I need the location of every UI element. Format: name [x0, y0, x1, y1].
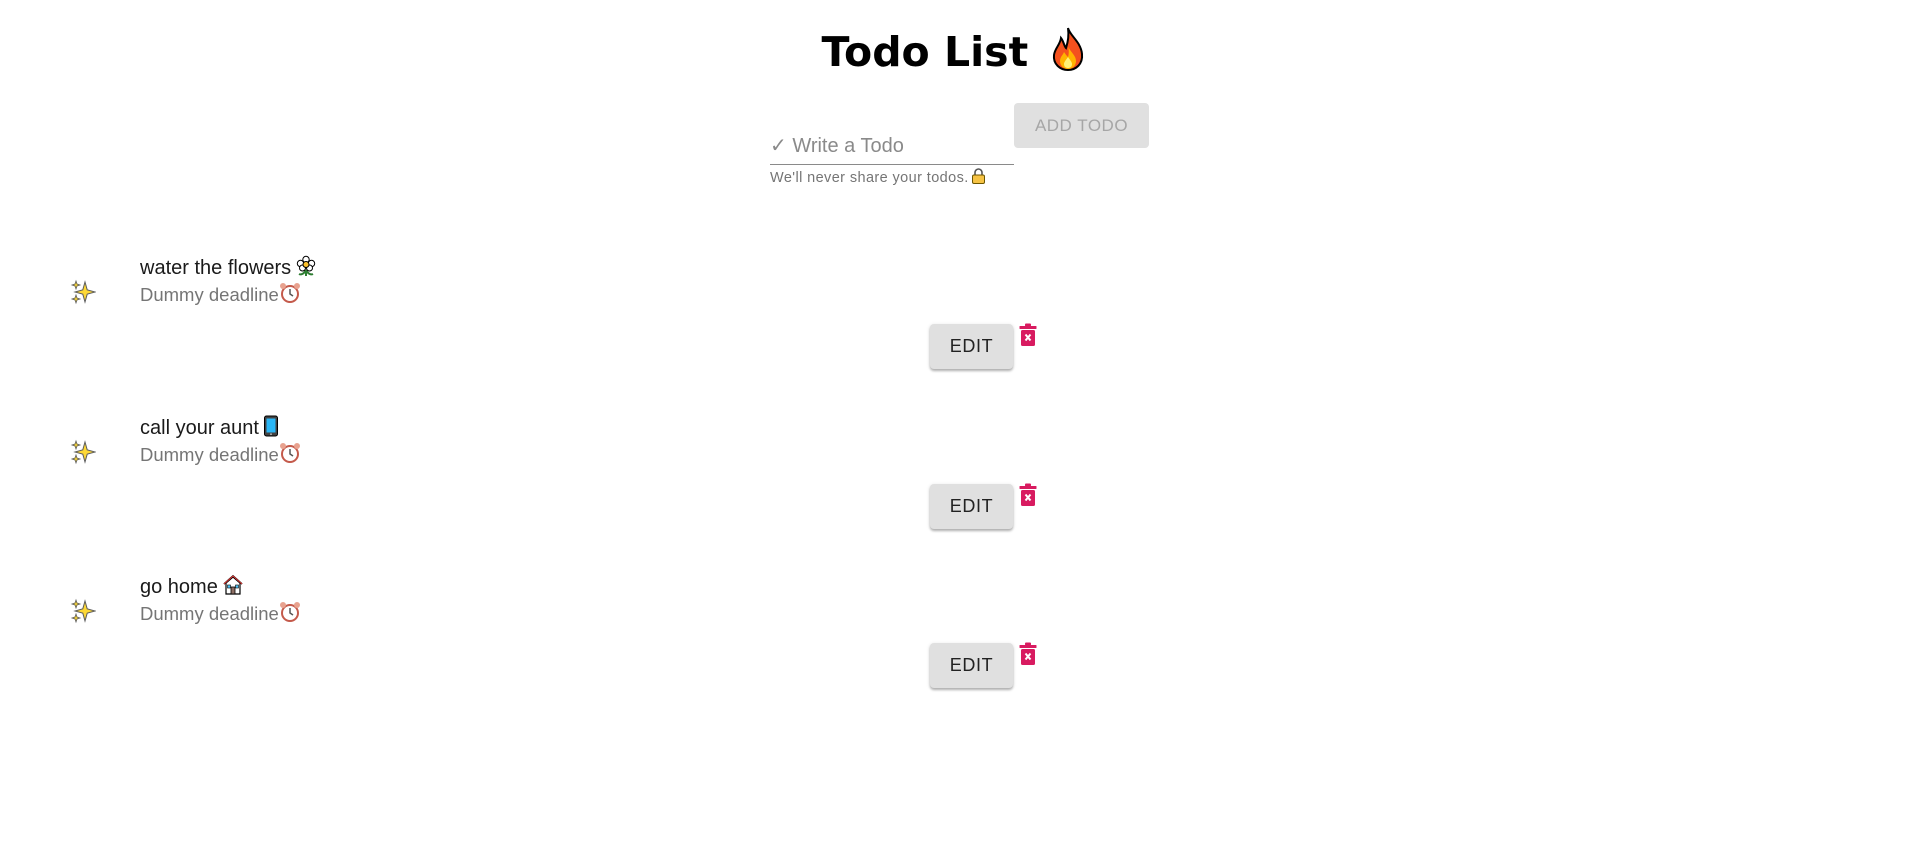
- fire-icon: [1048, 26, 1088, 88]
- helper-text-label: We'll never share your todos.: [770, 170, 969, 186]
- todo-input-wrapper: [770, 128, 1014, 165]
- todo-text: call your aunt: [140, 415, 279, 443]
- todo-text: go home: [140, 574, 244, 602]
- todo-text-label: go home: [140, 576, 218, 598]
- mobile-phone-icon: [263, 415, 279, 443]
- add-todo-form: We'll never share your todos. ADD TODO: [770, 103, 1150, 193]
- edit-button[interactable]: EDIT: [930, 324, 1013, 369]
- trash-icon[interactable]: [1018, 642, 1038, 666]
- sparkles-icon: [70, 439, 97, 465]
- lock-icon: [971, 168, 986, 188]
- todo-item: go home Dummy deadline EDIT: [0, 554, 1910, 704]
- trash-icon[interactable]: [1018, 323, 1038, 347]
- house-icon: [222, 574, 244, 602]
- todo-deadline-label: Dummy deadline: [140, 444, 279, 465]
- helper-text: We'll never share your todos.: [770, 168, 986, 188]
- page-title: Todo List: [0, 22, 1910, 88]
- todo-deadline: Dummy deadline: [140, 442, 301, 469]
- edit-button[interactable]: EDIT: [930, 643, 1013, 688]
- todo-input[interactable]: [770, 128, 1014, 164]
- flower-icon: [295, 255, 317, 283]
- todo-text: water the flowers: [140, 255, 317, 283]
- todo-text-label: call your aunt: [140, 417, 259, 439]
- alarm-clock-icon: [279, 442, 301, 469]
- todo-text-label: water the flowers: [140, 257, 292, 279]
- todo-deadline-label: Dummy deadline: [140, 284, 279, 305]
- sparkles-icon: [70, 598, 97, 624]
- page-title-text: Todo List: [821, 28, 1029, 76]
- todo-deadline: Dummy deadline: [140, 282, 301, 309]
- alarm-clock-icon: [279, 282, 301, 309]
- todo-item: water the flowers Dummy deadline EDIT: [0, 235, 1910, 385]
- sparkles-icon: [70, 279, 97, 305]
- edit-button[interactable]: EDIT: [930, 484, 1013, 529]
- alarm-clock-icon: [279, 601, 301, 628]
- add-todo-button[interactable]: ADD TODO: [1014, 103, 1149, 148]
- todo-deadline: Dummy deadline: [140, 601, 301, 628]
- todo-app: Todo List We'll never share your todos. …: [0, 0, 1910, 865]
- todo-deadline-label: Dummy deadline: [140, 603, 279, 624]
- todo-item: call your aunt Dummy deadline EDIT: [0, 395, 1910, 545]
- trash-icon[interactable]: [1018, 483, 1038, 507]
